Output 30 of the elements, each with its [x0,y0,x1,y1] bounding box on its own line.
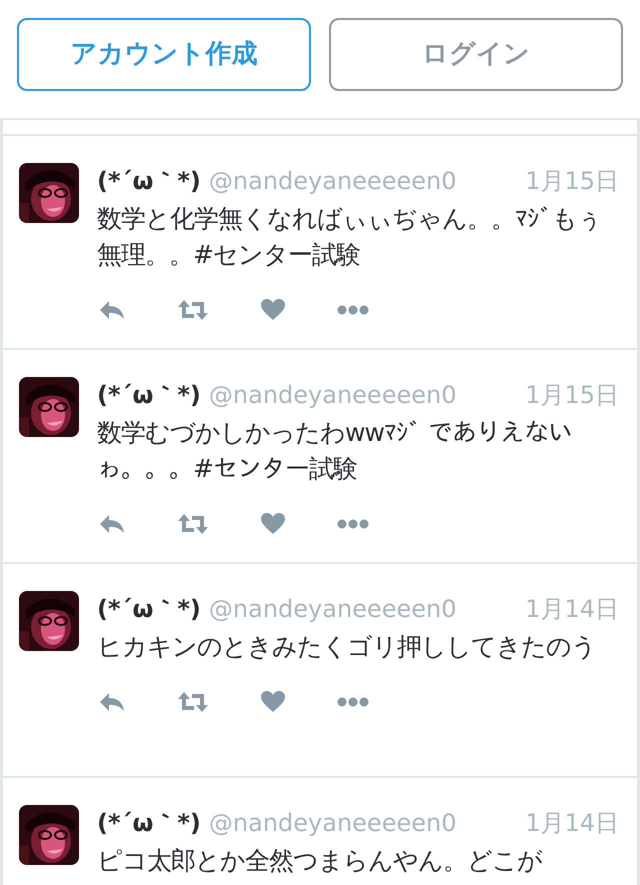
user-handle[interactable]: @nandeyaneeeeen0 [208,591,456,627]
user-handle[interactable]: @nandeyaneeeeen0 [208,805,456,841]
retweet-icon[interactable] [177,691,209,713]
tweet-date: 1月15日 [525,380,619,411]
user-handle[interactable]: @nandeyaneeeeen0 [208,377,456,413]
tweet-text: ピコ太郎とか全然つまらんやん。どこが [97,845,544,877]
heart-icon[interactable] [261,513,285,535]
user-name[interactable]: (*´ω｀*) [97,163,201,199]
tweet-date: 1月14日 [525,594,619,625]
tweet-date: 1月15日 [525,166,619,197]
user-name[interactable]: (*´ω｀*) [97,591,201,627]
more-icon[interactable] [337,519,369,529]
heart-icon[interactable] [261,299,285,321]
heart-icon[interactable] [261,691,285,713]
user-name[interactable]: (*´ω｀*) [97,805,201,841]
user-handle[interactable]: @nandeyaneeeeen0 [208,163,456,199]
account-button[interactable]: アカウント作成 [17,18,311,91]
tweet-text: ヒカキンのときみたくゴリ押ししてきたのう [97,631,597,663]
retweet-icon[interactable] [177,299,209,321]
tweet-date: 1月14日 [525,808,619,839]
reply-icon[interactable] [99,514,125,534]
reply-icon[interactable] [99,692,125,712]
tweet-text: 数学と化学無くなればぃぃぢゃん。。ﾏｼﾞもぅ無理。。#センター試験 [97,203,603,271]
user-name[interactable]: (*´ω｀*) [97,377,201,413]
retweet-icon[interactable] [177,513,209,535]
account-button[interactable]: ログイン [329,18,623,91]
more-icon[interactable] [337,697,369,707]
more-icon[interactable] [337,305,369,315]
reply-icon[interactable] [99,300,125,320]
tweet-text: 数学むづかしかったわwwﾏｼﾞ でありえないゎ。。。#センター試験 [97,417,573,485]
